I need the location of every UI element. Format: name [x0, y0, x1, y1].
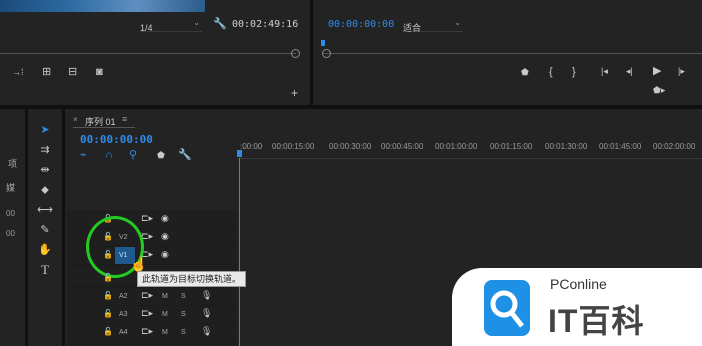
source-scrubber[interactable]	[0, 53, 296, 54]
program-fit-value: 适合	[403, 23, 422, 33]
tab-underline	[73, 127, 135, 128]
project-panel-text-3: 00	[6, 209, 15, 218]
nest-icon[interactable]: ⌁	[80, 150, 87, 161]
track-label-a4: A4	[119, 329, 128, 336]
mark-in-icon[interactable]: {	[549, 67, 553, 78]
ripple-edit-tool-icon[interactable]: ⇹	[37, 163, 53, 177]
project-panel-text-2: 媒	[6, 183, 16, 193]
timeline-settings-wrench-icon[interactable]: 🔧	[178, 150, 192, 161]
track-row-a3[interactable]: 🔓 A3 ⊏▸ M S 🎙	[67, 306, 237, 324]
linked-selection-icon[interactable]: ⚲	[129, 150, 137, 161]
program-fit-select[interactable]: 适合 ⌄	[403, 18, 463, 33]
sequence-timecode[interactable]: 00:00:00:00	[80, 133, 153, 146]
marker-icon[interactable]: ⬟	[521, 68, 529, 77]
microphone-icon[interactable]: 🎙	[201, 291, 212, 300]
step-back-icon[interactable]: ◂|	[626, 67, 633, 76]
ruler-label: :00:00	[240, 142, 263, 151]
watermark: PConline IT百科	[452, 268, 702, 346]
source-monitor: 1/4 ⌄ 🔧 00:02:49:16 →⁞ ⊞ ⊟ ◙ +	[0, 0, 310, 100]
toggle-sync-icon[interactable]: ⊏▸	[141, 214, 153, 223]
export-frame-icon[interactable]: ⊟	[68, 67, 77, 78]
mute-button[interactable]: M	[162, 293, 168, 300]
program-scrubber[interactable]	[323, 53, 702, 54]
step-forward-icon[interactable]: |▸	[678, 67, 685, 76]
type-tool-icon[interactable]: T	[37, 263, 53, 277]
source-zoom-value: 1/4	[140, 23, 153, 33]
eye-icon[interactable]: ◉	[161, 214, 169, 223]
camera-icon[interactable]: ◙	[96, 67, 103, 78]
source-zoom-select[interactable]: 1/4 ⌄	[140, 18, 202, 33]
pen-tool-icon[interactable]: ✎	[37, 223, 53, 237]
project-panel-text-4: 00	[6, 229, 15, 238]
tools-panel: ➤ ⇉ ⇹ ⬥ ⟷ ✎ ✋ T	[28, 109, 62, 346]
ruler-label: 00:01:15:00	[490, 142, 533, 151]
playhead-line[interactable]	[239, 158, 240, 346]
insert-icon[interactable]: →⁞	[12, 68, 24, 77]
panel-menu-icon[interactable]: ≡	[122, 115, 127, 124]
slip-tool-icon[interactable]: ⟷	[37, 203, 53, 217]
project-panel: 项 媒 00 00	[0, 109, 25, 346]
source-video-thumbnail	[0, 0, 205, 12]
pconline-logo-icon	[484, 280, 530, 336]
solo-button[interactable]: S	[181, 311, 186, 318]
track-row-a4[interactable]: 🔓 A4 ⊏▸ M S 🎙	[67, 324, 237, 342]
lock-icon[interactable]: 🔓	[103, 292, 113, 300]
program-playhead[interactable]	[321, 40, 325, 46]
add-button-icon[interactable]: +	[291, 87, 298, 99]
ruler-label: 00:00:30:00	[329, 142, 372, 151]
mute-button[interactable]: M	[162, 329, 168, 336]
playhead-head[interactable]	[237, 150, 242, 157]
source-scrubber-end[interactable]	[291, 49, 300, 58]
go-to-in-icon[interactable]: |◂	[601, 67, 608, 76]
toggle-sync-icon[interactable]: ⊏▸	[141, 291, 153, 300]
eye-icon[interactable]: ◉	[161, 232, 169, 241]
wrench-icon[interactable]: 🔧	[213, 19, 227, 30]
microphone-icon[interactable]: 🎙	[201, 309, 212, 318]
program-timecode[interactable]: 00:00:00:00	[328, 19, 394, 30]
watermark-brand-large: IT百科	[548, 303, 645, 339]
chevron-down-icon: ⌄	[193, 18, 200, 27]
track-select-tool-icon[interactable]: ⇉	[37, 143, 53, 157]
ruler-label: 00:02:00:00	[653, 142, 696, 151]
hand-tool-icon[interactable]: ✋	[37, 243, 53, 257]
track-label-a2: A2	[119, 293, 128, 300]
ruler-label: 00:00:15:00	[272, 142, 315, 151]
lock-icon[interactable]: 🔓	[103, 328, 113, 336]
track-row-a2[interactable]: 🔓 A2 ⊏▸ M S 🎙	[67, 288, 237, 306]
ruler-label: 00:01:45:00	[599, 142, 642, 151]
mute-button[interactable]: M	[162, 311, 168, 318]
ruler-label: 00:01:30:00	[545, 142, 588, 151]
overwrite-icon[interactable]: ⊞	[42, 67, 51, 78]
selection-tool-icon[interactable]: ➤	[37, 123, 53, 137]
microphone-icon[interactable]: 🎙	[201, 327, 212, 336]
mark-out-icon[interactable]: }	[572, 67, 576, 78]
close-tab-icon[interactable]: ×	[73, 116, 78, 124]
ruler-label: 00:00:45:00	[381, 142, 424, 151]
track-row-a1[interactable]: 🔓	[67, 270, 237, 288]
add-marker-icon[interactable]: ⬟	[157, 151, 165, 160]
project-panel-text-1: 项	[8, 159, 18, 169]
program-scrubber-start[interactable]	[322, 49, 331, 58]
eye-icon[interactable]: ◉	[161, 250, 169, 259]
lock-icon[interactable]: 🔓	[103, 310, 113, 318]
solo-button[interactable]: S	[181, 329, 186, 336]
lock-icon[interactable]: 🔓	[103, 274, 113, 282]
snap-icon[interactable]: ∩	[105, 150, 113, 161]
razor-tool-icon[interactable]: ⬥	[37, 183, 53, 197]
program-monitor: 00:00:00:00 适合 ⌄ ⬟ { } |◂ ◂| ▶ |▸ ⬟▸	[313, 0, 702, 108]
track-label-a3: A3	[119, 311, 128, 318]
toggle-sync-icon[interactable]: ⊏▸	[141, 327, 153, 336]
watermark-brand-small: PConline	[550, 276, 607, 292]
lift-icon[interactable]: ⬟▸	[653, 86, 665, 95]
solo-button[interactable]: S	[181, 293, 186, 300]
play-icon[interactable]: ▶	[653, 66, 661, 77]
source-timecode: 00:02:49:16	[232, 19, 299, 30]
toggle-sync-icon[interactable]: ⊏▸	[141, 309, 153, 318]
chevron-down-icon: ⌄	[454, 18, 461, 27]
ruler-label: 00:01:00:00	[435, 142, 478, 151]
